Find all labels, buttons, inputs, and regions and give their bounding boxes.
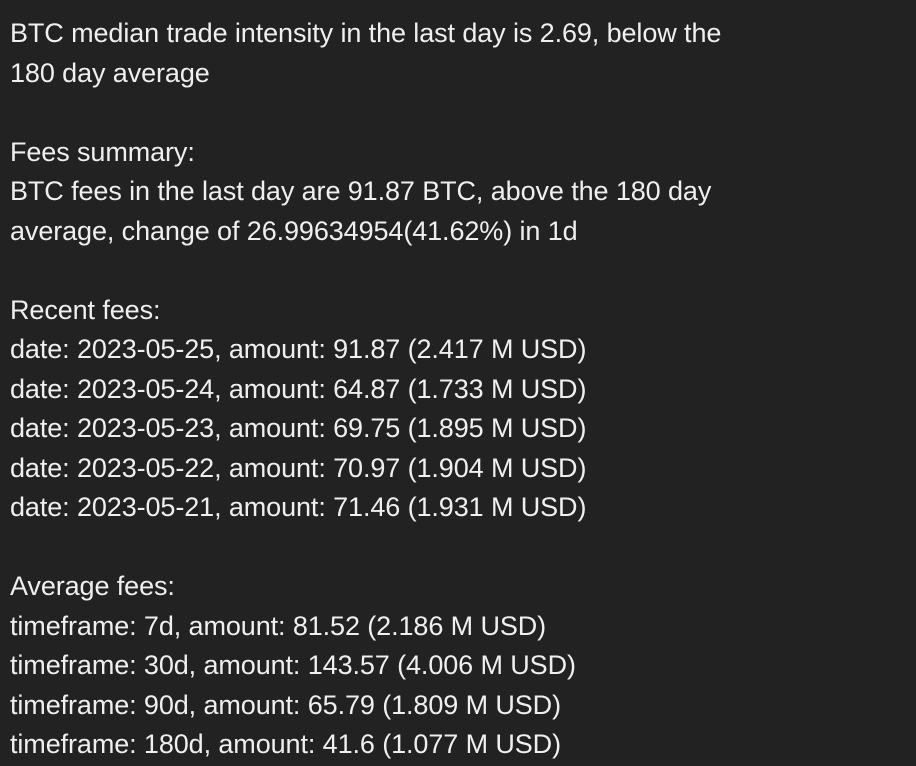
recent-fee-item: date: 2023-05-22, amount: 70.97 (1.904 M… <box>10 452 587 483</box>
fees-summary-heading: Fees summary: <box>10 136 195 167</box>
intensity-line-1: BTC median trade intensity in the last d… <box>10 18 722 48</box>
average-fee-item: timeframe: 7d, amount: 81.52 (2.186 M US… <box>10 610 547 641</box>
average-fee-item: timeframe: 90d, amount: 65.79 (1.809 M U… <box>10 689 561 720</box>
average-fee-item: timeframe: 180d, amount: 41.6 (1.077 M U… <box>10 729 561 759</box>
intensity-line-2: 180 day average <box>10 57 210 88</box>
recent-fee-item: date: 2023-05-23, amount: 69.75 (1.895 M… <box>10 413 587 443</box>
recent-fees-heading: Recent fees: <box>10 294 161 325</box>
fees-summary-line-2: average, change of 26.99634954(41.62%) i… <box>10 215 578 246</box>
recent-fee-item: date: 2023-05-24, amount: 64.87 (1.733 M… <box>10 373 587 404</box>
average-fee-item: timeframe: 30d, amount: 143.57 (4.006 M … <box>10 650 576 680</box>
average-fees-heading: Average fees: <box>10 571 175 601</box>
recent-fee-item: date: 2023-05-25, amount: 91.87 (2.417 M… <box>10 334 587 364</box>
recent-fee-item: date: 2023-05-21, amount: 71.46 (1.931 M… <box>10 492 587 522</box>
message-text: BTC median trade intensity in the last d… <box>10 14 906 765</box>
fees-summary-line-1: BTC fees in the last day are 91.87 BTC, … <box>10 176 712 206</box>
